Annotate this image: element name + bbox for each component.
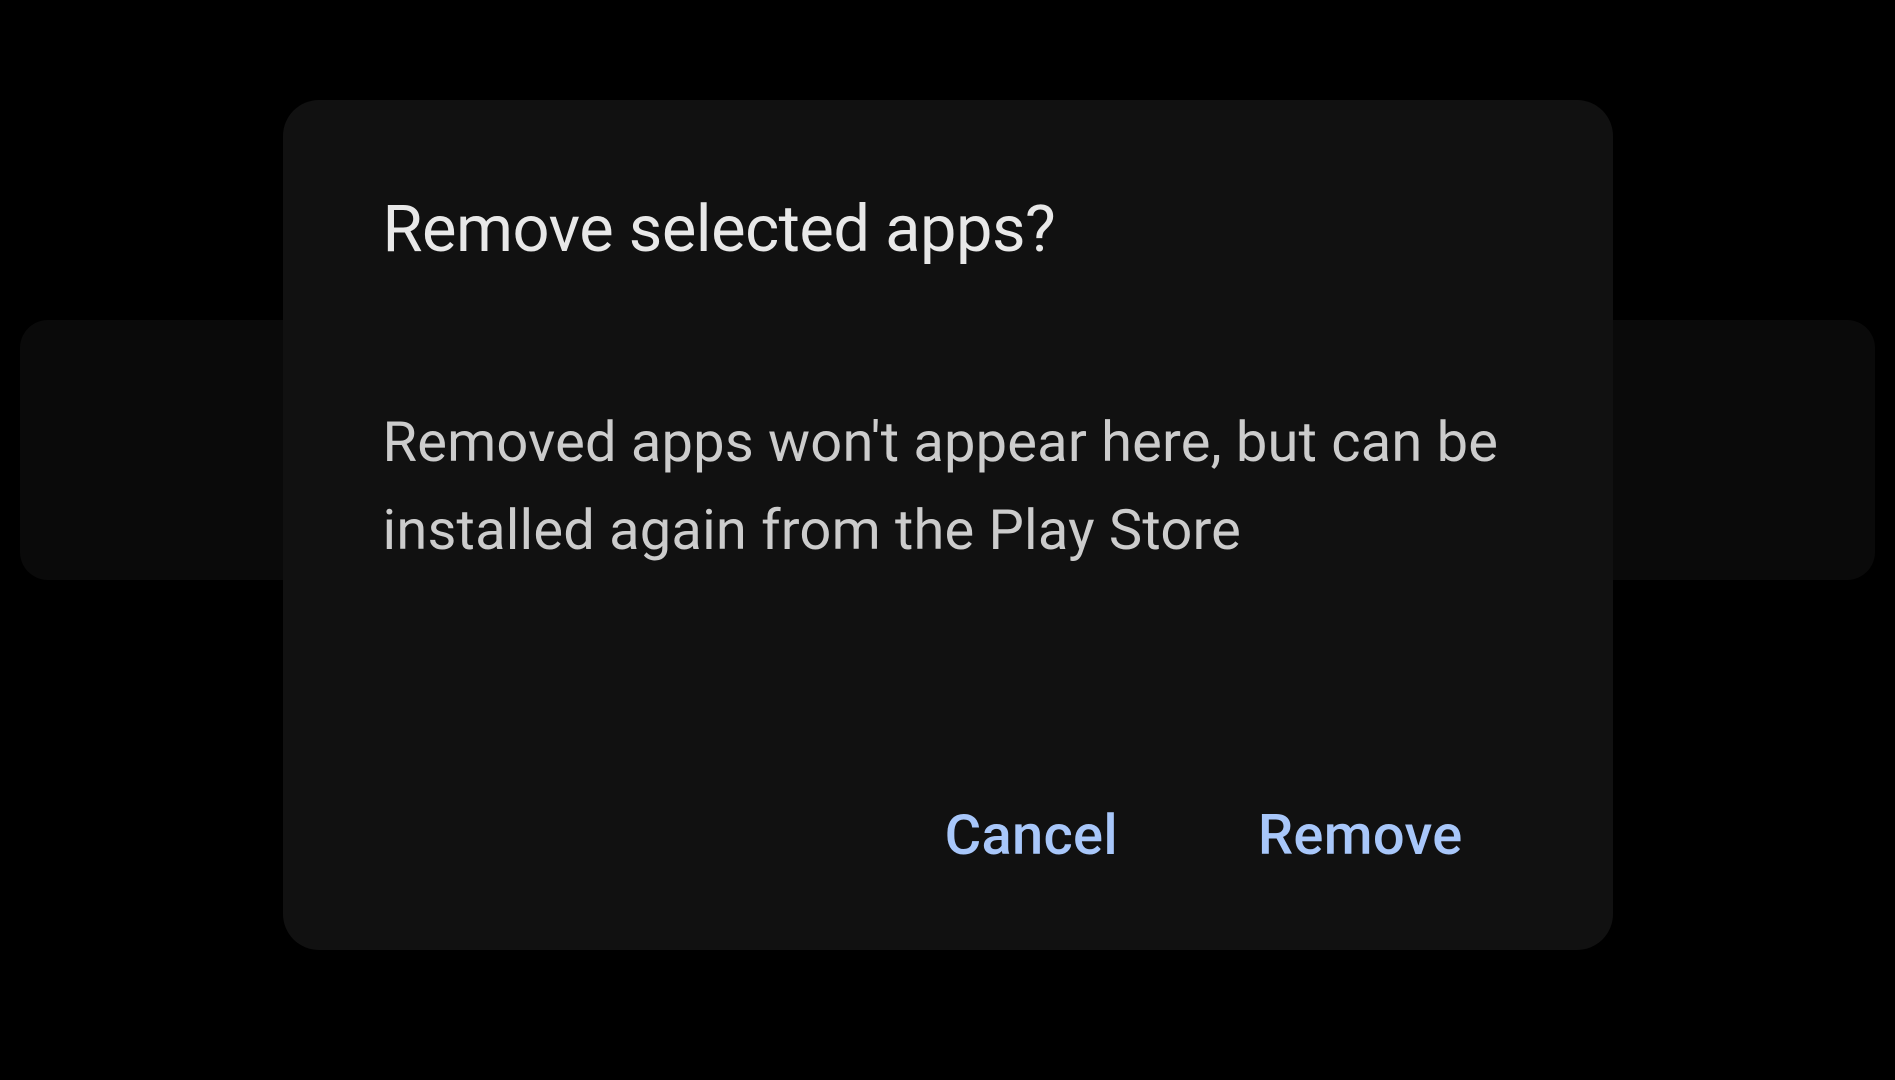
dialog-actions: Cancel Remove	[383, 790, 1513, 880]
dialog-backdrop: Remove selected apps? Removed apps won't…	[0, 0, 1895, 1080]
remove-button[interactable]: Remove	[1238, 790, 1483, 880]
cancel-button[interactable]: Cancel	[925, 790, 1138, 880]
dialog-message: Removed apps won't appear here, but can …	[383, 398, 1513, 750]
dialog-title: Remove selected apps?	[383, 190, 1513, 268]
confirmation-dialog: Remove selected apps? Removed apps won't…	[283, 100, 1613, 950]
